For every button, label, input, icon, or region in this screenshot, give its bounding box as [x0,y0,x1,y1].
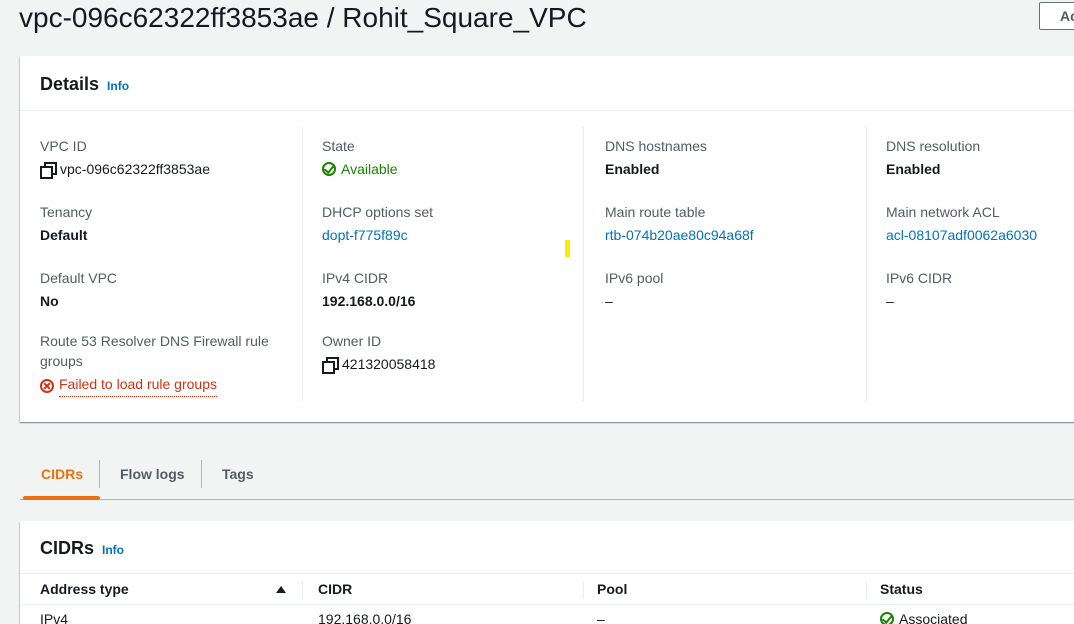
column-divider [583,126,584,402]
state-value: Available [322,159,398,179]
vpc-id-value: vpc-096c62322ff3853ae [40,159,210,179]
cell-status: Associated [880,611,967,624]
column-header-cidr[interactable]: CIDR [318,581,352,597]
owner-id-value: 421320058418 [322,354,435,374]
route53-value: Failed to load rule groups [40,374,269,397]
details-title: Details [40,74,100,94]
dns-resolution-label: DNS resolution [886,138,981,154]
ipv6-pool-label: IPv6 pool [605,270,664,286]
cell-address-type: IPv4 [40,611,69,624]
state-text: Available [341,161,398,177]
default-vpc-label: Default VPC [40,270,118,286]
copy-icon[interactable] [40,162,57,179]
column-header-pool[interactable]: Pool [597,581,627,597]
sort-ascending-icon[interactable] [276,586,286,593]
dns-hostnames-field: DNS hostnames Enabled [605,136,707,179]
column-divider [866,126,867,402]
route53-label-line1: Route 53 Resolver DNS Firewall rule [40,333,269,349]
cidrs-table-header: Address type CIDR Pool Status [20,573,1074,605]
cell-cidr: 192.168.0.0/16 [318,611,412,624]
tenancy-label: Tenancy [40,204,93,220]
ipv4-cidr-value: 192.168.0.0/16 [322,293,416,309]
cell-pool: – [597,611,605,624]
error-icon [40,378,54,393]
tab-tags[interactable]: Tags [222,466,254,482]
ipv6-pool-field: IPv6 pool – [605,268,663,311]
column-divider [302,581,303,599]
ipv6-cidr-field: IPv6 CIDR – [886,268,952,311]
check-circle-icon [322,162,336,176]
tab-divider [201,460,202,488]
main-acl-link[interactable]: acl-08107adf0062a6030 [886,225,1037,245]
default-vpc-value: No [40,293,59,309]
status-text: Associated [899,611,968,624]
dhcp-link[interactable]: dopt-f775f89c [322,225,433,245]
main-acl-label: Main network ACL [886,204,1000,220]
ipv4-cidr-field: IPv4 CIDR 192.168.0.0/16 [322,268,415,311]
main-route-table-field: Main route table rtb-074b20ae80c94a68f [605,202,754,245]
tenancy-field: Tenancy Default [40,202,92,245]
ipv6-pool-value: – [605,293,613,309]
dhcp-label: DHCP options set [322,204,434,220]
dhcp-field: DHCP options set dopt-f775f89c [322,202,433,245]
cidrs-info-link[interactable]: Info [102,543,124,557]
ipv6-cidr-value: – [886,293,894,309]
column-divider [866,581,867,599]
page-title: vpc-096c62322ff3853ae / Rohit_Square_VPC [19,2,587,33]
tab-bar: CIDRs Flow logs Tags [20,452,1074,500]
tab-divider [99,460,100,488]
main-route-table-label: Main route table [605,204,706,220]
dns-hostnames-label: DNS hostnames [605,138,707,154]
column-divider [583,581,584,599]
state-label: State [322,138,355,154]
highlight-marker [565,240,570,257]
copy-icon[interactable] [322,357,339,374]
route53-error-text[interactable]: Failed to load rule groups [59,374,217,397]
check-circle-icon [880,612,894,624]
state-field: State Available [322,136,398,179]
dns-resolution-field: DNS resolution Enabled [886,136,980,179]
details-panel: Details Info VPC ID vpc-096c62322ff3853a… [20,56,1074,422]
vpc-id-field: VPC ID vpc-096c62322ff3853ae [40,136,210,179]
cidrs-title: CIDRs [40,538,95,558]
active-tab-indicator [23,496,100,500]
cidrs-header: CIDRs Info [20,521,1074,571]
vpc-id-text: vpc-096c62322ff3853ae [60,161,210,177]
main-acl-field: Main network ACL acl-08107adf0062a6030 [886,202,1037,245]
default-vpc-field: Default VPC No [40,268,117,311]
actions-button[interactable]: Actions [1039,2,1074,30]
details-info-link[interactable]: Info [107,79,129,93]
ipv6-cidr-label: IPv6 CIDR [886,270,953,286]
cidrs-panel: CIDRs Info Address type CIDR Pool Status… [20,521,1074,624]
column-header-status[interactable]: Status [880,581,923,597]
column-divider [302,126,303,402]
tenancy-value: Default [40,227,88,243]
route53-label-line2: groups [40,353,83,369]
column-header-address-type[interactable]: Address type [40,581,129,597]
dns-resolution-value: Enabled [886,161,941,177]
owner-id-field: Owner ID 421320058418 [322,331,435,374]
tab-flow-logs[interactable]: Flow logs [120,466,185,482]
ipv4-cidr-label: IPv4 CIDR [322,270,389,286]
vpc-id-label: VPC ID [40,138,87,154]
route53-field: Route 53 Resolver DNS Firewall rule grou… [40,331,269,397]
details-header: Details Info [20,56,1074,111]
owner-id-text: 421320058418 [342,356,436,372]
owner-id-label: Owner ID [322,333,382,349]
dns-hostnames-value: Enabled [605,161,660,177]
main-route-table-link[interactable]: rtb-074b20ae80c94a68f [605,225,754,245]
tab-cidrs[interactable]: CIDRs [41,466,83,482]
